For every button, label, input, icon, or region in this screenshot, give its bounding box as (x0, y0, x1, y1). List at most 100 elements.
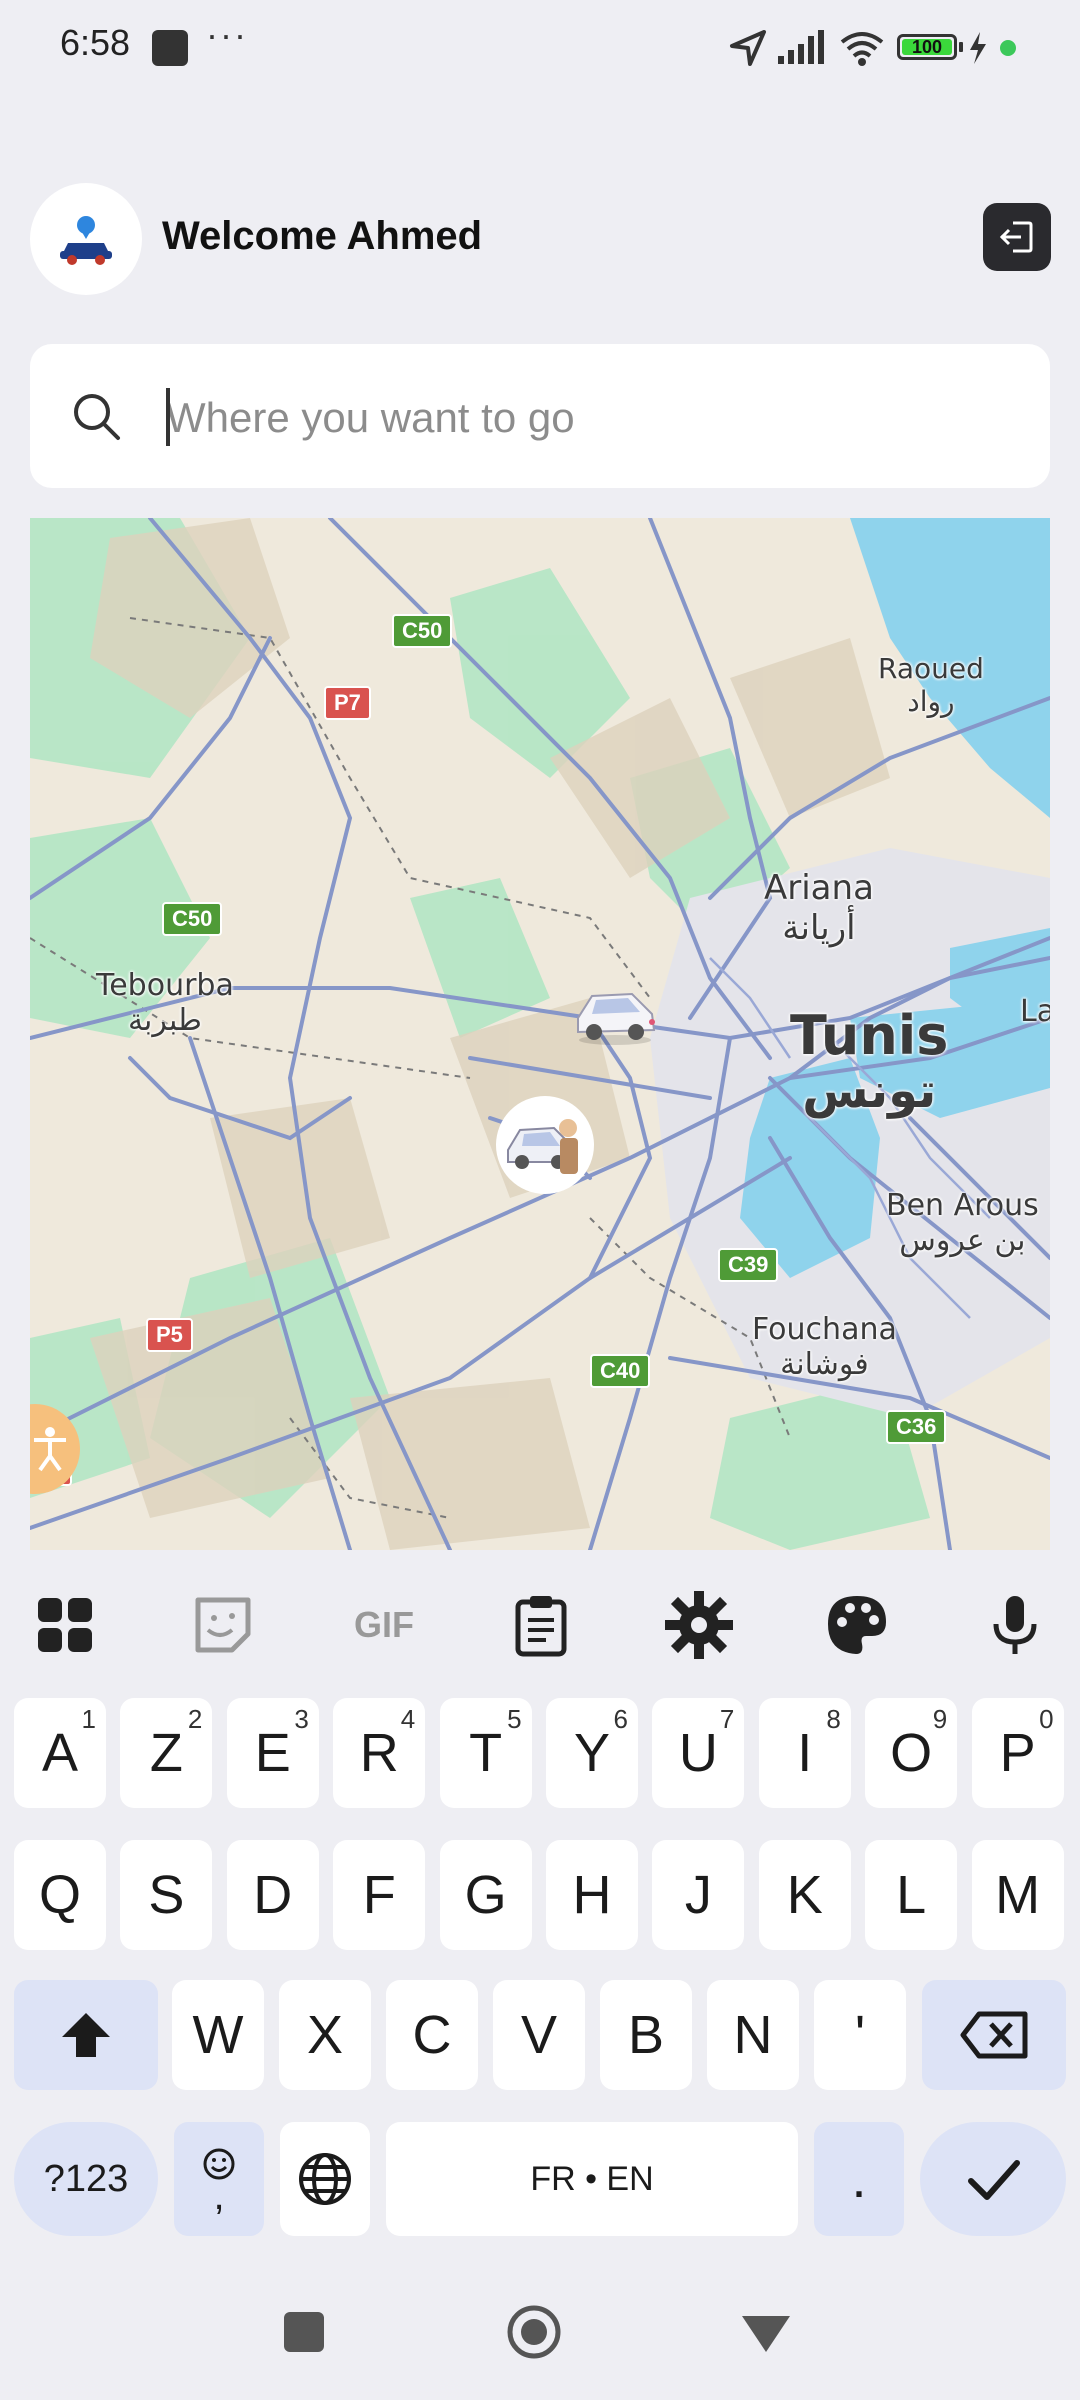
location-arrow-icon (730, 30, 766, 66)
key-label: I (797, 1723, 813, 1783)
car-marker-icon[interactable] (570, 978, 660, 1048)
key-d[interactable]: D (226, 1840, 319, 1950)
backspace-icon (960, 2011, 1028, 2059)
key-label: E (254, 1723, 291, 1783)
car-location-icon (60, 216, 112, 265)
key-e[interactable]: E3 (226, 1698, 319, 1808)
settings-icon[interactable] (664, 1590, 734, 1660)
signal-icon (778, 30, 824, 64)
palette-icon[interactable] (822, 1590, 892, 1660)
key-o[interactable]: O9 (865, 1698, 958, 1808)
key-a[interactable]: A1 (14, 1698, 106, 1808)
shift-icon (62, 2013, 110, 2057)
logout-button[interactable] (983, 203, 1051, 271)
place-label: Tebourba طبربة (96, 968, 234, 1038)
welcome-title: Welcome Ahmed (162, 214, 483, 258)
gif-button[interactable]: GIF (344, 1590, 424, 1660)
key-x[interactable]: X (279, 1980, 371, 2090)
key-v[interactable]: V (493, 1980, 585, 2090)
key-label: U (678, 1723, 718, 1783)
emoji-comma-key[interactable]: , (174, 2122, 264, 2236)
key-c[interactable]: C (386, 1980, 478, 2090)
road-badge: C50 (162, 902, 223, 936)
mic-icon[interactable] (980, 1590, 1050, 1660)
globe-icon (299, 2153, 351, 2205)
key-hint: 4 (400, 1704, 416, 1734)
key-label: O (890, 1723, 933, 1783)
key-t[interactable]: T5 (439, 1698, 532, 1808)
battery-tip (959, 42, 963, 52)
comma-label: , (213, 2174, 225, 2218)
place-label: Ariana أريانة (764, 868, 874, 948)
place-label: Fouchana فوشانة (752, 1312, 897, 1382)
key-m[interactable]: M (971, 1840, 1064, 1950)
place-label: La (1020, 994, 1050, 1029)
road-badge: C50 (392, 614, 453, 648)
search-icon (74, 394, 120, 440)
check-icon (968, 2160, 1020, 2200)
accessibility-icon (34, 1427, 66, 1472)
road-badge: P7 (324, 686, 371, 720)
key-k[interactable]: K (758, 1840, 851, 1950)
language-key[interactable] (280, 2122, 370, 2236)
sticker-icon[interactable] (188, 1590, 258, 1660)
driver-marker[interactable] (496, 1096, 594, 1194)
search-input[interactable] (164, 382, 1018, 454)
search-bar[interactable] (30, 344, 1050, 488)
key-n[interactable]: N (707, 1980, 799, 2090)
key-label: A (41, 1723, 79, 1783)
battery-icon: 100 (897, 34, 957, 60)
key-label: T (469, 1723, 503, 1783)
place-label: Raoued رواد (878, 652, 984, 718)
key-y[interactable]: Y6 (546, 1698, 638, 1808)
key-l[interactable]: L (865, 1840, 958, 1950)
key-hint: 9 (932, 1704, 948, 1734)
key-b[interactable]: B (600, 1980, 692, 2090)
keyboard: GIF A1Z2E3R4T5Y6U7I8O9P0 QSDFGHJKLM WXCV… (0, 1550, 1080, 2290)
key-u[interactable]: U7 (652, 1698, 745, 1808)
space-key[interactable]: FR • EN (386, 2122, 798, 2236)
more-notifications-icon: ··· (206, 14, 248, 55)
status-bar: 6:58 ··· 100 (0, 0, 1080, 96)
road-badge: C39 (718, 1248, 779, 1282)
clipboard-icon[interactable] (506, 1590, 576, 1660)
key-p[interactable]: P0 (971, 1698, 1064, 1808)
status-time: 6:58 (60, 22, 131, 63)
map-view[interactable]: Raoued رواد Ariana أريانة Tunis تونس Tebou… (30, 518, 1050, 1550)
apps-icon[interactable] (30, 1590, 100, 1660)
symbols-key[interactable]: ?123 (14, 2122, 158, 2236)
key-hint: 1 (81, 1704, 96, 1734)
key-s[interactable]: S (120, 1840, 213, 1950)
key-h[interactable]: H (546, 1840, 638, 1950)
key-w[interactable]: W (172, 1980, 264, 2090)
key-f[interactable]: F (333, 1840, 426, 1950)
key-hint: 5 (507, 1704, 522, 1734)
key-hint: 8 (826, 1704, 841, 1734)
key-g[interactable]: G (439, 1840, 532, 1950)
navigation-bar (0, 2290, 1080, 2400)
text-caret (166, 388, 170, 446)
back-button[interactable] (740, 2312, 792, 2356)
key-r[interactable]: R4 (333, 1698, 426, 1808)
shift-key[interactable] (14, 1980, 158, 2090)
battery-level: 100 (902, 38, 952, 56)
key-apostrophe[interactable]: ' (814, 1980, 906, 2090)
recents-button[interactable] (284, 2312, 324, 2352)
place-label: Ben Arous بن عروس (886, 1188, 1039, 1258)
wifi-icon (840, 32, 884, 66)
key-z[interactable]: Z2 (120, 1698, 213, 1808)
road-badge: P5 (146, 1318, 193, 1352)
avatar[interactable] (30, 183, 142, 295)
key-hint: 3 (294, 1704, 309, 1734)
road-badge: C36 (886, 1410, 947, 1444)
period-key[interactable]: . (814, 2122, 904, 2236)
enter-key[interactable] (920, 2122, 1066, 2236)
privacy-indicator (1000, 40, 1016, 56)
home-button[interactable] (506, 2304, 562, 2360)
key-hint: 2 (187, 1704, 203, 1734)
backspace-key[interactable] (922, 1980, 1066, 2090)
key-i[interactable]: I8 (758, 1698, 851, 1808)
key-q[interactable]: Q (14, 1840, 106, 1950)
key-j[interactable]: J (652, 1840, 745, 1950)
notification-icon (152, 30, 188, 66)
